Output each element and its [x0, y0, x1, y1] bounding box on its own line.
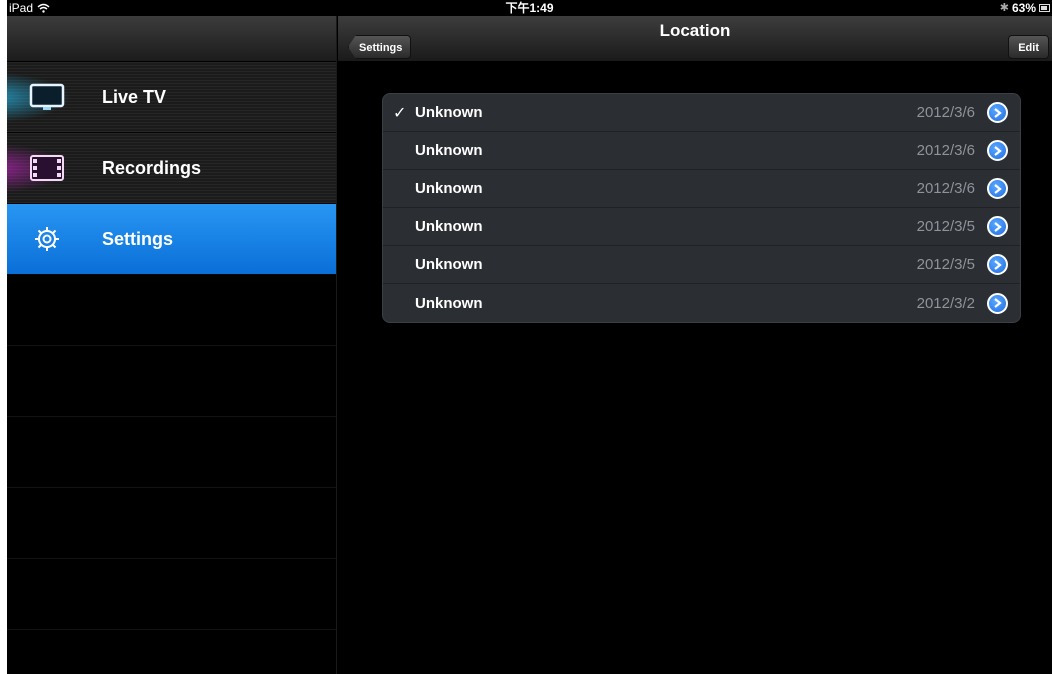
location-date: 2012/3/6: [916, 104, 975, 121]
status-bar: iPad 下午1:49 ✱ 63%: [7, 0, 1052, 16]
disclosure-icon[interactable]: [987, 140, 1008, 161]
sidebar-item-live-tv[interactable]: Live TV: [7, 62, 336, 133]
disclosure-icon[interactable]: [987, 178, 1008, 199]
location-name: Unknown: [415, 294, 483, 312]
location-list: ✓ Unknown 2012/3/6 Unknown 2012/3/6 Unkn…: [382, 93, 1021, 323]
page-title: Location: [659, 21, 731, 40]
sidebar-item-recordings[interactable]: Recordings: [7, 133, 336, 204]
disclosure-icon[interactable]: [987, 216, 1008, 237]
list-item[interactable]: Unknown 2012/3/2: [383, 284, 1020, 322]
sidebar-empty-row: [7, 488, 336, 559]
navigation-bar: Location Settings Edit: [338, 16, 1052, 62]
location-date: 2012/3/5: [916, 256, 975, 273]
location-name: Unknown: [415, 218, 483, 235]
location-name: Unknown: [415, 142, 483, 159]
status-time: 下午1:49: [505, 1, 554, 15]
back-button[interactable]: Settings: [348, 35, 412, 59]
sidebar-empty-row: [7, 559, 336, 630]
location-name: Unknown: [415, 104, 483, 121]
main-panel: Location Settings Edit ✓ Unknown 2012/3/…: [338, 16, 1052, 674]
gear-icon: [25, 204, 69, 274]
sidebar: Live TV Recordings Settings: [7, 16, 337, 674]
film-icon: [25, 133, 69, 203]
checkmark-icon: ✓: [393, 104, 407, 122]
sidebar-item-label: Settings: [102, 228, 174, 249]
list-item[interactable]: Unknown 2012/3/5: [383, 246, 1020, 284]
battery-percent: 63%: [1011, 1, 1036, 15]
sidebar-empty-row: [7, 275, 336, 346]
location-date: 2012/3/6: [916, 142, 975, 159]
sidebar-empty-row: [7, 417, 336, 488]
tv-icon: [25, 62, 69, 132]
location-date: 2012/3/2: [916, 294, 975, 312]
disclosure-icon[interactable]: [987, 254, 1008, 275]
disclosure-icon[interactable]: [987, 292, 1008, 314]
list-item[interactable]: Unknown 2012/3/6: [383, 132, 1020, 170]
location-date: 2012/3/5: [916, 218, 975, 235]
sidebar-header: [7, 16, 336, 62]
sidebar-item-label: Recordings: [102, 157, 202, 178]
sidebar-empty-row: [7, 346, 336, 417]
ipad-screen: iPad 下午1:49 ✱ 63% Live TV Recordings Set…: [7, 0, 1052, 674]
edit-button[interactable]: Edit: [1008, 35, 1049, 59]
location-date: 2012/3/6: [916, 180, 975, 197]
sidebar-item-settings[interactable]: Settings: [7, 204, 336, 275]
bluetooth-icon: ✱: [999, 2, 1009, 14]
list-item[interactable]: Unknown 2012/3/6: [383, 170, 1020, 208]
location-name: Unknown: [415, 256, 483, 273]
list-item[interactable]: Unknown 2012/3/5: [383, 208, 1020, 246]
sidebar-item-label: Live TV: [102, 86, 167, 107]
location-name: Unknown: [415, 180, 483, 197]
disclosure-icon[interactable]: [987, 102, 1008, 123]
battery-icon: [1039, 4, 1050, 12]
list-item[interactable]: ✓ Unknown 2012/3/6: [383, 94, 1020, 132]
